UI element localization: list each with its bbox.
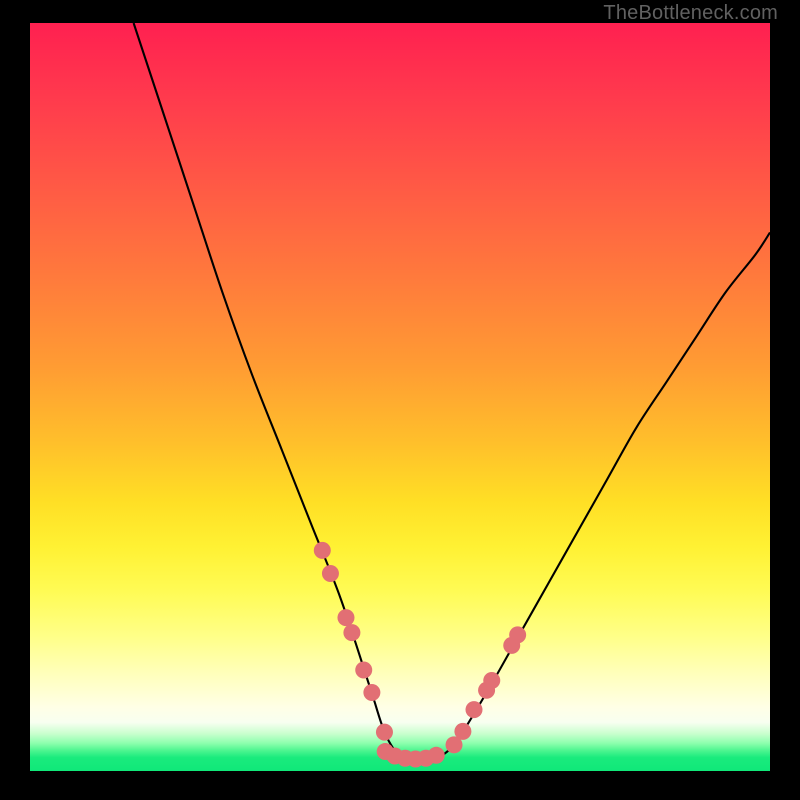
marker-dot xyxy=(355,662,372,679)
curve-marker-dots xyxy=(314,542,526,768)
marker-dot xyxy=(483,672,500,689)
marker-dot xyxy=(509,626,526,643)
watermark-text: TheBottleneck.com xyxy=(603,2,778,25)
marker-dot xyxy=(454,723,471,740)
gradient-plot-area xyxy=(30,23,770,771)
bottleneck-curve-path xyxy=(134,23,770,760)
bottleneck-curve xyxy=(134,23,770,760)
marker-dot xyxy=(314,542,331,559)
marker-dot xyxy=(466,701,483,718)
marker-dot xyxy=(428,747,445,764)
curve-svg xyxy=(30,23,770,771)
marker-dot xyxy=(376,724,393,741)
marker-dot xyxy=(363,684,380,701)
marker-dot xyxy=(337,609,354,626)
marker-dot xyxy=(343,624,360,641)
chart-frame: TheBottleneck.com xyxy=(0,0,800,800)
marker-dot xyxy=(322,565,339,582)
